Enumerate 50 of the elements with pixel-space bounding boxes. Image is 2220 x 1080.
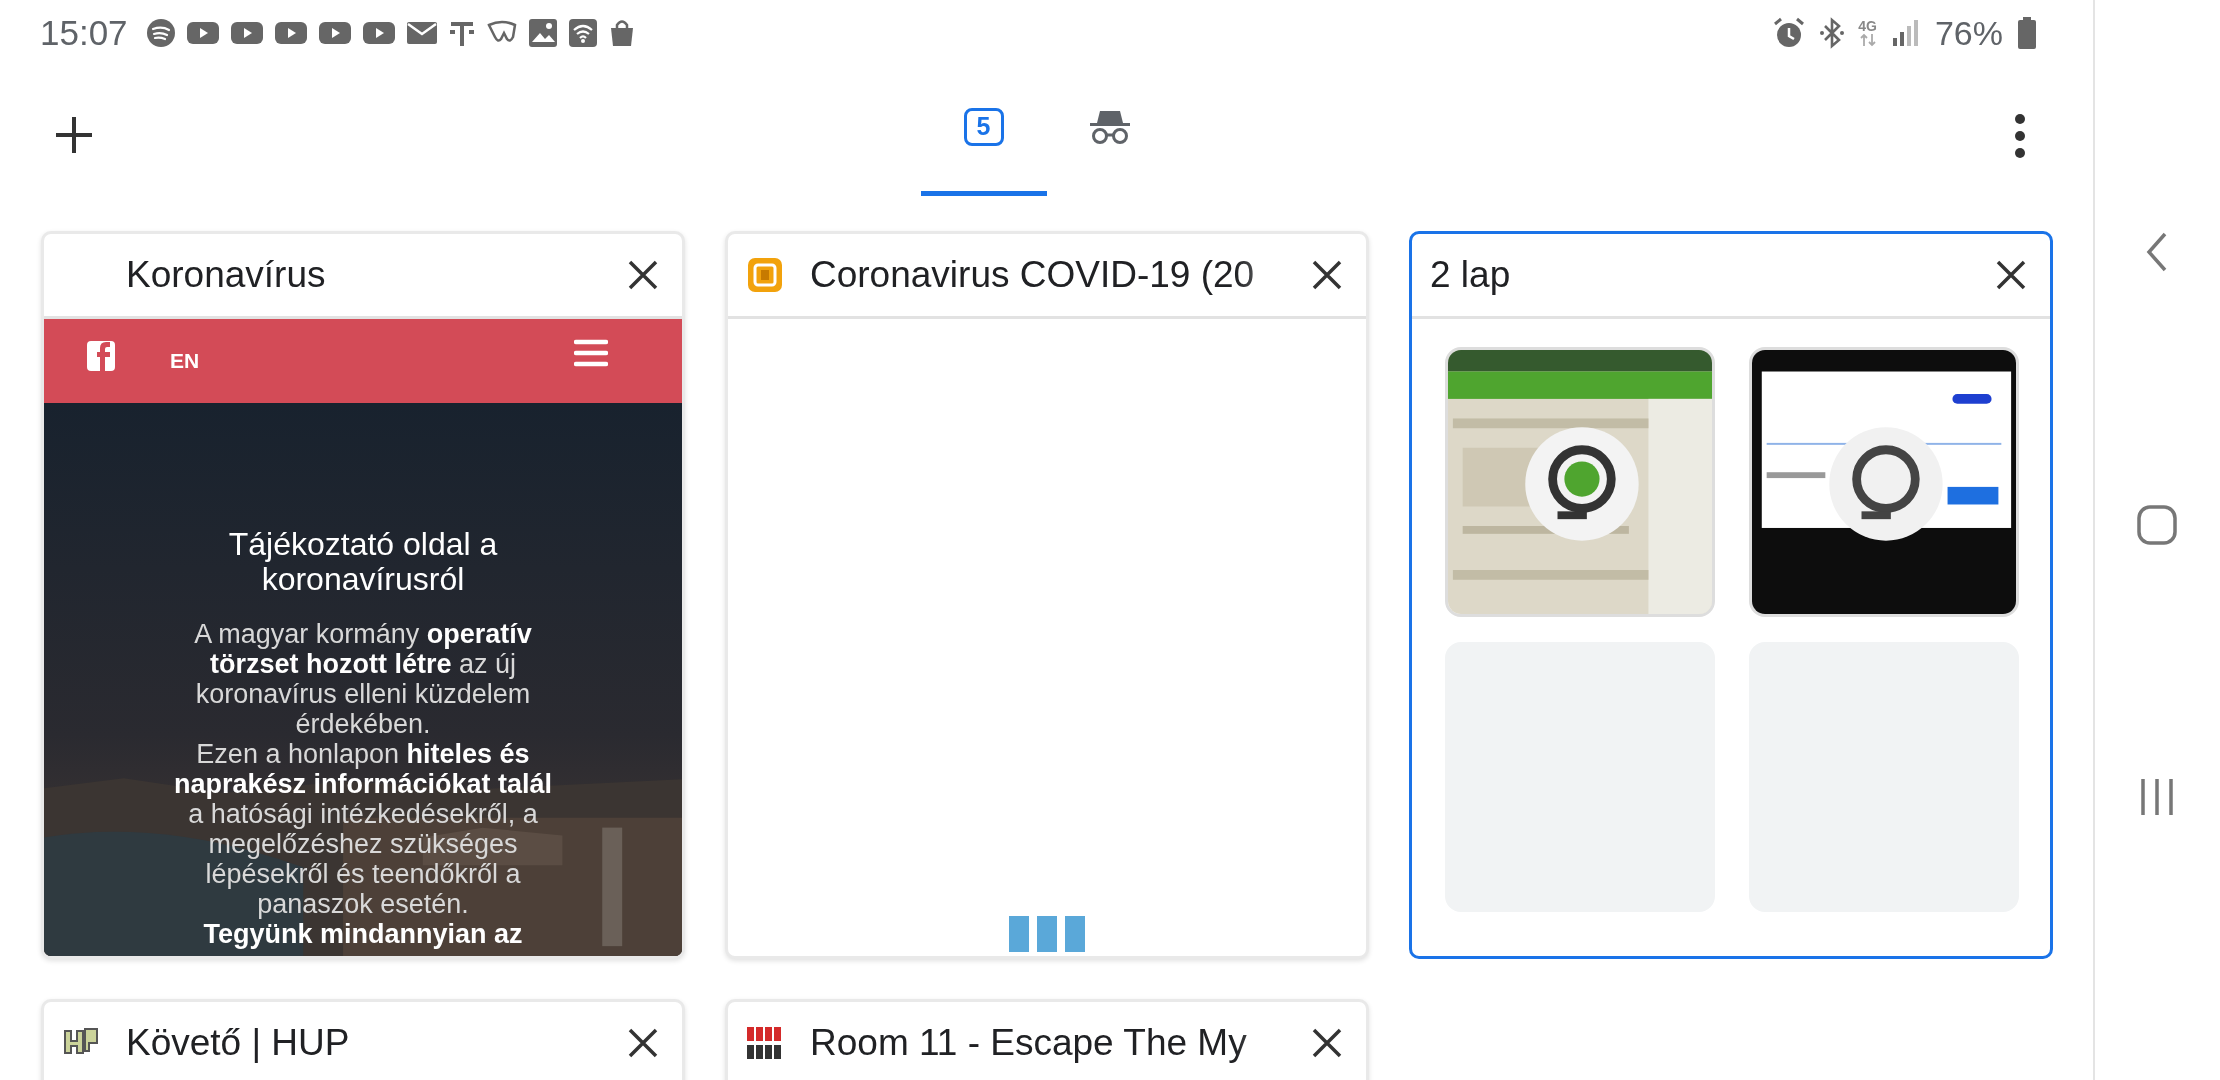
tab-title: Coronavirus COVID-19 (20 (810, 254, 1256, 296)
close-icon (626, 1026, 660, 1060)
close-icon (1310, 258, 1344, 292)
square-logo-icon (745, 255, 785, 295)
close-icon (1994, 258, 2028, 292)
tab-card[interactable]: Room 11 - Escape The My (725, 999, 1369, 1080)
image-icon (527, 18, 558, 48)
close-icon (1310, 1026, 1344, 1060)
menu-icon (574, 338, 608, 368)
video-icon (185, 20, 220, 46)
facebook-icon (86, 339, 116, 373)
back-button[interactable] (2144, 230, 2169, 274)
data-arrows-icon (1858, 33, 1877, 47)
video-icon (229, 20, 264, 46)
page-heading: Tájékoztató oldal a koronavírusról (227, 527, 499, 597)
mail-icon (405, 20, 438, 46)
back-icon (2144, 230, 2169, 274)
video-icon (361, 20, 396, 46)
close-button[interactable] (626, 1026, 660, 1060)
close-button[interactable] (1994, 258, 2028, 292)
home-icon (2135, 504, 2178, 546)
tabs-tab[interactable]: 5 (920, 66, 1047, 196)
language-link[interactable]: EN (170, 349, 200, 373)
battery-percent: 76% (1934, 13, 2003, 53)
tab-title: Room 11 - Escape The My (810, 1022, 1248, 1064)
network-type: 4G (1858, 19, 1877, 33)
tab-card[interactable] (41, 231, 685, 959)
video-icon (273, 20, 308, 46)
page-paragraph: Tegyünk mindannyian az (202, 919, 524, 949)
circle-app-icon (145, 18, 176, 48)
bluetooth-icon (1820, 16, 1845, 50)
tab-card[interactable]: Követő | HUP (41, 999, 685, 1080)
close-icon (626, 258, 660, 292)
close-button[interactable] (1310, 258, 1344, 292)
wifi-icon (567, 18, 598, 48)
signal-icon (1890, 18, 1921, 48)
tab-card[interactable]: Coronavirus COVID-19 (20 (725, 231, 1369, 959)
page-paragraph: Ezen a honlapon hiteles és naprakész információkat talál a hatósági intézkedésekről, a megelőzéshez szükséges lépésekről és teendőkről a panaszok esetén. (172, 739, 554, 919)
tab-group-card[interactable]: 2 lap (1409, 231, 2053, 959)
alarm-icon (1772, 16, 1807, 50)
page-paragraph: A magyar kormány operatív törzset hozott létre az új koronavírus elleni küzdelem érdekében. (193, 619, 533, 739)
tab-title: Koronavírus (126, 254, 327, 296)
tab-title: 2 lap (1430, 254, 1512, 296)
battery-icon (2017, 16, 2037, 50)
tab-title: Követő | HUP (126, 1022, 351, 1064)
home-button[interactable] (2135, 504, 2178, 546)
close-button[interactable] (1310, 1026, 1344, 1060)
clock-time: 15:07 (40, 13, 128, 53)
video-icon (317, 20, 352, 46)
close-button[interactable] (626, 258, 660, 292)
